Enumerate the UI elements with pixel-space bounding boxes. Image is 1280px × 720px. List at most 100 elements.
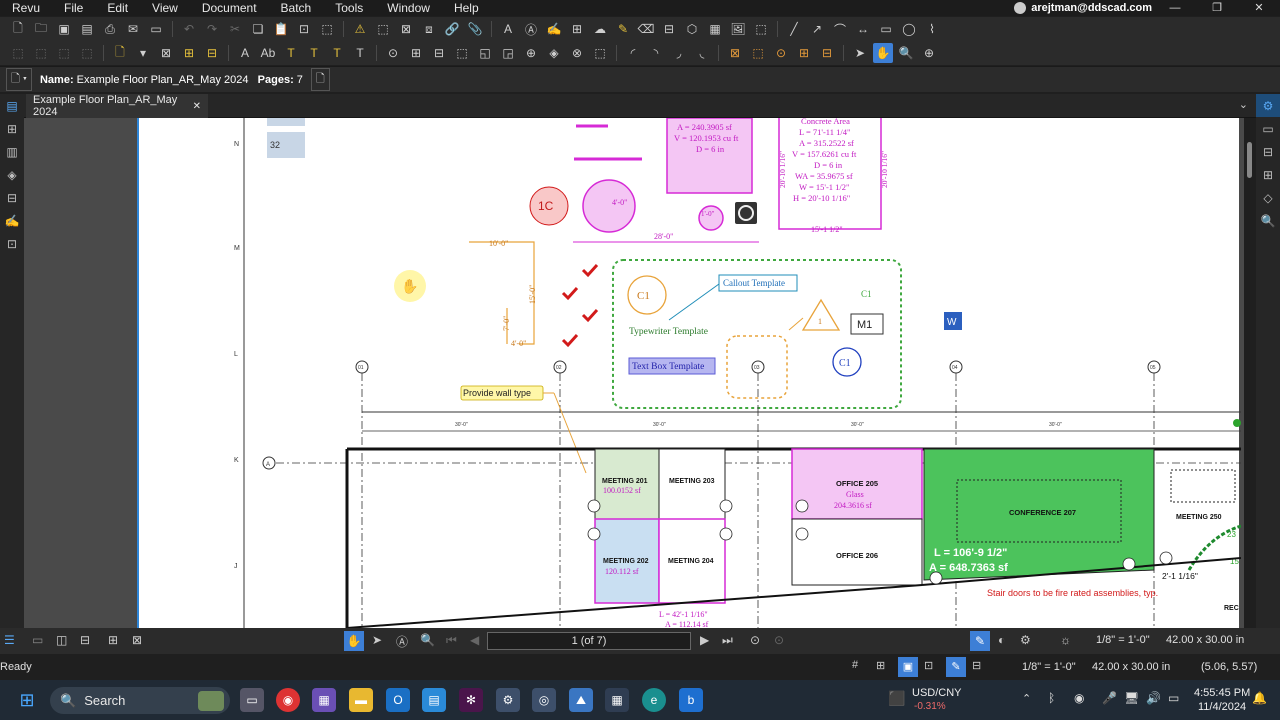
markup3-icon[interactable]: ⬚ — [54, 43, 74, 63]
polygon-icon[interactable]: ⬡ — [682, 19, 702, 39]
note-icon[interactable]: ✍ — [544, 19, 564, 39]
menu-revu[interactable]: Revu — [0, 0, 52, 16]
callout-icon[interactable]: Ⓐ — [521, 19, 541, 39]
stamp-icon[interactable]: ⬚ — [317, 19, 337, 39]
tab-close-icon[interactable]: ✕ — [193, 101, 201, 112]
app-icon-1[interactable]: ▦ — [312, 688, 336, 712]
select-area-icon[interactable]: ⬚ — [373, 19, 393, 39]
text-size-icon[interactable]: Ab — [258, 43, 278, 63]
page-indicator[interactable]: 1 (of 7) — [487, 632, 691, 650]
markups-list-icon[interactable]: ⊡ — [0, 232, 24, 255]
next-page-icon[interactable]: ▶ — [700, 633, 709, 647]
minimize-icon[interactable]: — — [1154, 0, 1196, 16]
ellipse-icon[interactable]: ◯ — [899, 19, 919, 39]
markup4-icon[interactable]: ⬚ — [77, 43, 97, 63]
attach-icon[interactable]: 📎 — [465, 19, 485, 39]
line-icon[interactable]: ╱ — [784, 19, 804, 39]
cloud-icon[interactable]: ☁ — [590, 19, 610, 39]
microphone-icon[interactable]: 🎤 — [1102, 691, 1117, 705]
photos-icon[interactable]: ⛰ — [569, 688, 593, 712]
sets-icon[interactable]: ⊞ — [1256, 163, 1280, 186]
measure-area-icon[interactable]: ⊠ — [725, 43, 745, 63]
clock-date[interactable]: 11/4/2024 — [1198, 701, 1246, 713]
sync-icon[interactable]: ⊞ — [108, 633, 118, 647]
nav-hand-icon[interactable]: ✋ — [344, 631, 364, 651]
shape-icon[interactable]: ▦ — [705, 19, 725, 39]
new-file-icon[interactable]: 🗋 — [8, 19, 28, 39]
notification-bell-icon[interactable]: 🔔 — [1252, 691, 1267, 705]
copy-icon[interactable]: ❏ — [248, 19, 268, 39]
taskbar-search[interactable]: 🔍 Search — [50, 687, 230, 714]
tray-app-icon[interactable]: ◉ — [1074, 691, 1084, 705]
compare-docs-icon[interactable]: ⊠ — [132, 633, 142, 647]
dropdown-icon[interactable]: ▾ — [133, 43, 153, 63]
thumbnails-icon[interactable]: ▤ — [0, 94, 24, 117]
layers-panel-icon[interactable]: ◈ — [0, 163, 24, 186]
arc-icon[interactable]: ⌒ — [830, 19, 850, 39]
highlight-icon[interactable]: ✎ — [613, 19, 633, 39]
slack-icon[interactable]: ✻ — [459, 688, 483, 712]
zoom-icon[interactable]: 🔍 — [896, 43, 916, 63]
layers-icon[interactable]: ⊗ — [567, 43, 587, 63]
grid-toggle-icon[interactable]: # — [852, 659, 858, 671]
measure-volume-icon[interactable]: ⊞ — [794, 43, 814, 63]
outlook-icon[interactable]: O — [386, 688, 410, 712]
chrome-icon[interactable]: ◉ — [276, 688, 300, 712]
tray-chevron-icon[interactable]: ⌃ — [1022, 692, 1031, 705]
snap-content-icon[interactable]: ▣ — [898, 657, 918, 677]
bookmarks-icon[interactable]: ⊞ — [0, 117, 24, 140]
menu-window[interactable]: Window — [375, 0, 442, 16]
nav-select-icon[interactable]: ➤ — [372, 633, 382, 647]
bluetooth-icon[interactable]: ᛒ — [1048, 691, 1055, 705]
battery-icon[interactable]: ▭ — [1168, 691, 1179, 705]
sync-toggle-icon[interactable]: ⊟ — [972, 659, 981, 672]
network-icon[interactable]: 🖥 — [1124, 691, 1139, 705]
distribute-icon[interactable]: ⊞ — [406, 43, 426, 63]
reuse-icon[interactable]: ✎ — [946, 657, 966, 677]
tags-icon[interactable]: ◇ — [1256, 186, 1280, 209]
menu-file[interactable]: File — [52, 0, 95, 16]
search-panel-icon[interactable]: 🔍 — [1256, 209, 1280, 232]
warning-icon[interactable]: ⚠ — [350, 19, 370, 39]
menu-view[interactable]: View — [140, 0, 190, 16]
prev-page-icon[interactable]: ◀ — [470, 633, 479, 647]
dimension-icon[interactable]: ↔ — [853, 19, 873, 39]
image-icon[interactable]: 🖼 — [728, 19, 748, 39]
file-explorer-icon[interactable]: ▬ — [349, 688, 373, 712]
notepad-icon[interactable]: ▤ — [422, 688, 446, 712]
camera-icon[interactable]: ◎ — [532, 688, 556, 712]
text-align-icon[interactable]: A — [235, 43, 255, 63]
edges-icon[interactable]: ⬚ — [452, 43, 472, 63]
undo-icon[interactable]: ↶ — [179, 19, 199, 39]
print-icon[interactable]: ⎙ — [100, 19, 120, 39]
clock-time[interactable]: 4:55:45 PM — [1194, 687, 1250, 699]
measure-perimeter-icon[interactable]: ⬚ — [748, 43, 768, 63]
grid-icon[interactable]: ⊕ — [521, 43, 541, 63]
drawing-page[interactable]: 32 N M L K J A = 240.3905 sf V = 120.195… — [137, 118, 1241, 628]
document-canvas[interactable]: 32 N M L K J A = 240.3905 sf V = 120.195… — [24, 118, 1256, 628]
open-folder-icon[interactable]: 🗀 — [31, 19, 51, 39]
crop-icon[interactable]: ⧈ — [419, 19, 439, 39]
paste-special-icon[interactable]: ⊡ — [294, 19, 314, 39]
contrast-icon[interactable]: ◐ — [998, 633, 1005, 647]
rounded4-icon[interactable]: ◟ — [692, 43, 712, 63]
snapshot-icon[interactable]: ⊠ — [396, 19, 416, 39]
split-vertical-icon[interactable]: ◫ — [56, 633, 67, 647]
corner-icon[interactable]: ◱ — [475, 43, 495, 63]
email-icon[interactable]: ✉ — [123, 19, 143, 39]
measure-icon[interactable]: ⊟ — [659, 19, 679, 39]
align-icon[interactable]: ⊙ — [383, 43, 403, 63]
scrollbar-thumb[interactable] — [1247, 142, 1252, 178]
close-window-icon[interactable]: ✕ — [1238, 0, 1280, 16]
spacing-icon[interactable]: ⊟ — [429, 43, 449, 63]
last-page-icon[interactable]: ⏭ — [722, 633, 733, 648]
currency-label[interactable]: USD/CNY — [912, 687, 962, 699]
page-add-icon[interactable]: 🗋 — [310, 68, 330, 91]
properties-icon[interactable]: ⚙ — [1256, 94, 1280, 117]
document-tab[interactable]: Example Floor Plan_AR_May 2024 ✕ — [26, 94, 208, 118]
page-icon[interactable]: ▭ — [146, 19, 166, 39]
menu-tools[interactable]: Tools — [323, 0, 375, 16]
doc-menu-button[interactable]: 🗋 ▾ — [6, 68, 32, 91]
cut-icon[interactable]: ✂ — [225, 19, 245, 39]
bluebeam-icon[interactable]: b — [679, 688, 703, 712]
